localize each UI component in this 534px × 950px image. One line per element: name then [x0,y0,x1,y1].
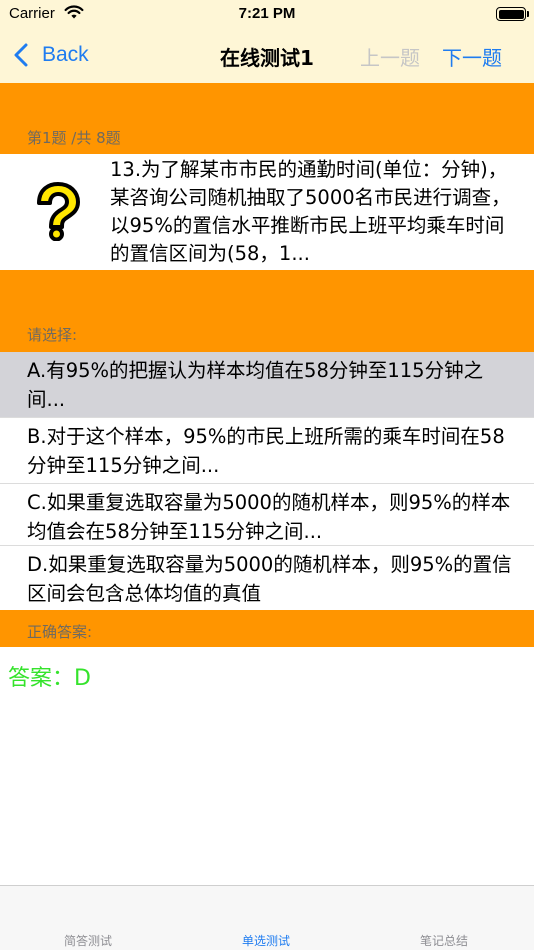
option-c-text: C.如果重复选取容量为5000的随机样本，则95%的样本均值会在58分钟至115… [27,491,511,543]
navigation-bar: Back 在线测试1 上一题 下一题 [0,28,534,83]
battery-tip [527,11,529,17]
progress-band: 第1题 /共 8题 [0,83,534,154]
tab-notes-summary[interactable]: 笔记总结 [384,932,504,949]
choose-label: 请选择: [27,326,78,344]
correct-answer-band: 正确答案: [0,610,534,647]
next-question-button[interactable]: 下一题 [442,42,502,71]
answer-text: 答案：D [8,666,91,691]
option-b-text: B.对于这个样本，95%的市民上班所需的乘车时间在58分钟至115分钟之间... [27,425,505,477]
question-progress-label: 第1题 /共 8题 [27,129,121,147]
tab-single-choice-test[interactable]: 单选测试 [206,932,326,949]
choose-band: 请选择: [0,270,534,352]
previous-question-button[interactable]: 上一题 [360,42,420,71]
option-a-text: A.有95%的把握认为样本均值在58分钟至115分钟之间... [27,359,484,411]
question-mark-icon [30,181,84,245]
page-title: 在线测试1 [220,46,314,70]
tab-short-answer-test[interactable]: 简答测试 [28,932,148,949]
option-b[interactable]: B.对于这个样本，95%的市民上班所需的乘车时间在58分钟至115分钟之间... [0,418,534,484]
status-bar: Carrier 7:21 PM [0,0,534,28]
option-d-text: D.如果重复选取容量为5000的随机样本，则95%的置信区间会包含总体均值的真值 [27,553,512,605]
back-button[interactable]: Back [14,40,89,70]
option-d[interactable]: D.如果重复选取容量为5000的随机样本，则95%的置信区间会包含总体均值的真值 [0,546,534,610]
question-card: 13.为了解某市市民的通勤时间(单位：分钟)，某咨询公司随机抽取了5000名市民… [0,154,534,270]
option-a[interactable]: A.有95%的把握认为样本均值在58分钟至115分钟之间... [0,352,534,418]
option-c[interactable]: C.如果重复选取容量为5000的随机样本，则95%的样本均值会在58分钟至115… [0,484,534,546]
status-time: 7:21 PM [238,5,296,22]
back-label: Back [42,43,89,66]
tab-bar: 简答测试 单选测试 笔记总结 [0,885,534,950]
chevron-left-icon [14,43,28,67]
correct-answer-label: 正确答案: [27,623,93,641]
question-text: 13.为了解某市市民的通勤时间(单位：分钟)，某咨询公司随机抽取了5000名市民… [110,158,511,265]
battery-icon [496,7,526,21]
